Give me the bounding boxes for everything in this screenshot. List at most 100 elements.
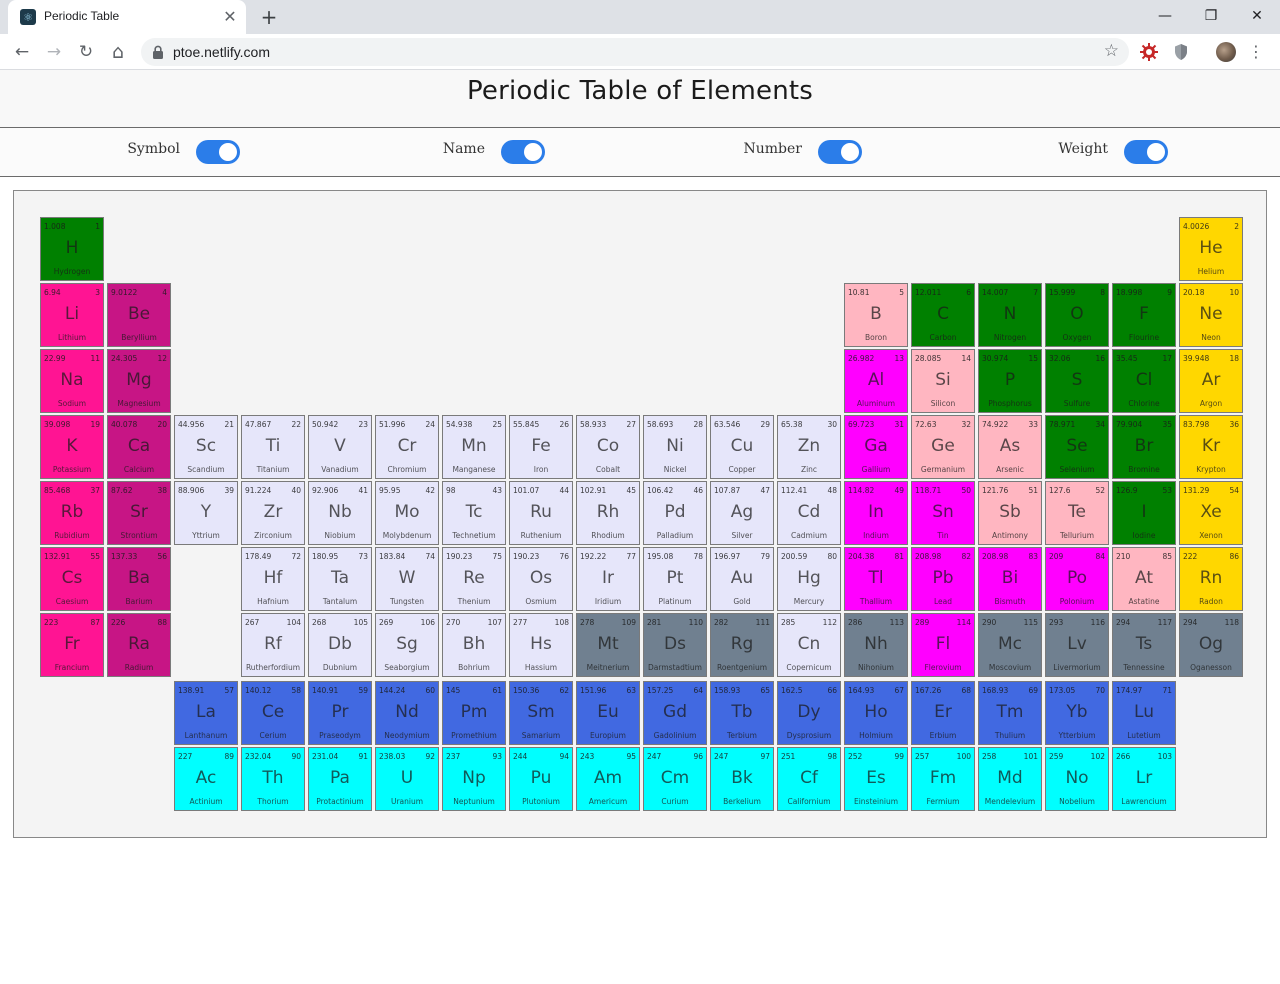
element-tile-tc[interactable]: 98 43 Tc Technetium (442, 481, 506, 545)
toggle-switch[interactable] (501, 140, 545, 164)
element-tile-tb[interactable]: 158.93 65 Tb Terbium (710, 681, 774, 745)
element-tile-hg[interactable]: 200.59 80 Hg Mercury (777, 547, 841, 611)
element-tile-v[interactable]: 50.942 23 V Vanadium (308, 415, 372, 479)
element-tile-y[interactable]: 88.906 39 Y Yttrium (174, 481, 238, 545)
profile-avatar[interactable] (1216, 42, 1236, 62)
tab-close-icon[interactable]: ✕ (220, 7, 240, 27)
element-tile-ts[interactable]: 294 117 Ts Tennessine (1112, 613, 1176, 677)
element-tile-zn[interactable]: 65.38 30 Zn Zinc (777, 415, 841, 479)
forward-button[interactable]: → (40, 38, 68, 66)
element-tile-ra[interactable]: 226 88 Ra Radium (107, 613, 171, 677)
element-tile-nh[interactable]: 286 113 Nh Nihonium (844, 613, 908, 677)
element-tile-sm[interactable]: 150.36 62 Sm Samarium (509, 681, 573, 745)
element-tile-co[interactable]: 58.933 27 Co Cobalt (576, 415, 640, 479)
element-tile-hf[interactable]: 178.49 72 Hf Hafnium (241, 547, 305, 611)
element-tile-og[interactable]: 294 118 Og Oganesson (1179, 613, 1243, 677)
element-tile-rh[interactable]: 102.91 45 Rh Rhodium (576, 481, 640, 545)
close-window-button[interactable]: ✕ (1234, 0, 1280, 32)
element-tile-er[interactable]: 167.26 68 Er Erbium (911, 681, 975, 745)
element-tile-th[interactable]: 232.04 90 Th Thorium (241, 747, 305, 811)
element-tile-kr[interactable]: 83.798 36 Kr Krypton (1179, 415, 1243, 479)
element-tile-mo[interactable]: 95.95 42 Mo Molybdenum (375, 481, 439, 545)
element-tile-la[interactable]: 138.91 57 La Lanthanum (174, 681, 238, 745)
element-tile-au[interactable]: 196.97 79 Au Gold (710, 547, 774, 611)
element-tile-pb[interactable]: 208.98 82 Pb Lead (911, 547, 975, 611)
element-tile-sn[interactable]: 118.71 50 Sn Tin (911, 481, 975, 545)
element-tile-mg[interactable]: 24.305 12 Mg Magnesium (107, 349, 171, 413)
element-tile-o[interactable]: 15.999 8 O Oxygen (1045, 283, 1109, 347)
reload-button[interactable]: ↻ (72, 38, 100, 66)
element-tile-np[interactable]: 237 93 Np Neptunium (442, 747, 506, 811)
element-tile-md[interactable]: 258 101 Md Mendelevium (978, 747, 1042, 811)
toggle-switch[interactable] (196, 140, 240, 164)
element-tile-rg[interactable]: 282 111 Rg Roentgenium (710, 613, 774, 677)
element-tile-cm[interactable]: 247 96 Cm Curium (643, 747, 707, 811)
bookmark-star-icon[interactable]: ☆ (1104, 41, 1119, 61)
browser-menu-icon[interactable]: ⋮ (1248, 40, 1264, 64)
element-tile-pr[interactable]: 140.91 59 Pr Praseodym (308, 681, 372, 745)
element-tile-s[interactable]: 32.06 16 S Sulfure (1045, 349, 1109, 413)
toggle-name[interactable]: Name (405, 128, 545, 176)
element-tile-ca[interactable]: 40.078 20 Ca Calcium (107, 415, 171, 479)
element-tile-gd[interactable]: 157.25 64 Gd Gadolinium (643, 681, 707, 745)
element-tile-n[interactable]: 14.007 7 N Nitrogen (978, 283, 1042, 347)
element-tile-ag[interactable]: 107.87 47 Ag Silver (710, 481, 774, 545)
element-tile-os[interactable]: 190.23 76 Os Osmium (509, 547, 573, 611)
element-tile-fl[interactable]: 289 114 Fl Flerovium (911, 613, 975, 677)
element-tile-at[interactable]: 210 85 At Astatine (1112, 547, 1176, 611)
minimize-button[interactable]: — (1142, 0, 1188, 32)
element-tile-fr[interactable]: 223 87 Fr Francium (40, 613, 104, 677)
element-tile-ir[interactable]: 192.22 77 Ir Iridium (576, 547, 640, 611)
toggle-number[interactable]: Number (722, 128, 862, 176)
extension-icon[interactable] (1139, 42, 1159, 62)
element-tile-es[interactable]: 252 99 Es Einsteinium (844, 747, 908, 811)
restore-button[interactable]: ❐ (1188, 0, 1234, 32)
element-tile-se[interactable]: 78.971 34 Se Selenium (1045, 415, 1109, 479)
element-tile-he[interactable]: 4.0026 2 He Helium (1179, 217, 1243, 281)
element-tile-lu[interactable]: 174.97 71 Lu Lutetium (1112, 681, 1176, 745)
new-tab-button[interactable]: + (256, 5, 282, 29)
element-tile-u[interactable]: 238.03 92 U Uranium (375, 747, 439, 811)
element-tile-na[interactable]: 22.99 11 Na Sodium (40, 349, 104, 413)
element-tile-zr[interactable]: 91.224 40 Zr Zirconium (241, 481, 305, 545)
element-tile-ds[interactable]: 281 110 Ds Darmstadtium (643, 613, 707, 677)
element-tile-rf[interactable]: 267 104 Rf Rutherfordium (241, 613, 305, 677)
element-tile-am[interactable]: 243 95 Am Americum (576, 747, 640, 811)
element-tile-ti[interactable]: 47.867 22 Ti Titanium (241, 415, 305, 479)
element-tile-ho[interactable]: 164.93 67 Ho Holmium (844, 681, 908, 745)
element-tile-ru[interactable]: 101.07 44 Ru Ruthenium (509, 481, 573, 545)
element-tile-fm[interactable]: 257 100 Fm Fermium (911, 747, 975, 811)
element-tile-rb[interactable]: 85.468 37 Rb Rubidium (40, 481, 104, 545)
element-tile-lr[interactable]: 266 103 Lr Lawrencium (1112, 747, 1176, 811)
element-tile-nb[interactable]: 92.906 41 Nb Niobium (308, 481, 372, 545)
element-tile-h[interactable]: 1.008 1 H Hydrogen (40, 217, 104, 281)
element-tile-xe[interactable]: 131.29 54 Xe Xenon (1179, 481, 1243, 545)
element-tile-mt[interactable]: 278 109 Mt Meitnerium (576, 613, 640, 677)
element-tile-po[interactable]: 209 84 Po Polonium (1045, 547, 1109, 611)
element-tile-bi[interactable]: 208.98 83 Bi Bismuth (978, 547, 1042, 611)
element-tile-yb[interactable]: 173.05 70 Yb Ytterbium (1045, 681, 1109, 745)
element-tile-bh[interactable]: 270 107 Bh Bohrium (442, 613, 506, 677)
element-tile-hs[interactable]: 277 108 Hs Hassium (509, 613, 573, 677)
element-tile-bk[interactable]: 247 97 Bk Berkelium (710, 747, 774, 811)
element-tile-pd[interactable]: 106.42 46 Pd Palladium (643, 481, 707, 545)
element-tile-li[interactable]: 6.94 3 Li Lithium (40, 283, 104, 347)
element-tile-tl[interactable]: 204.38 81 Tl Thallium (844, 547, 908, 611)
element-tile-ge[interactable]: 72.63 32 Ge Germanium (911, 415, 975, 479)
element-tile-sr[interactable]: 87.62 38 Sr Strontium (107, 481, 171, 545)
element-tile-al[interactable]: 26.982 13 Al Aluminum (844, 349, 908, 413)
home-button[interactable]: ⌂ (104, 38, 132, 66)
element-tile-sc[interactable]: 44.956 21 Sc Scandium (174, 415, 238, 479)
element-tile-no[interactable]: 259 102 No Nobelium (1045, 747, 1109, 811)
element-tile-ce[interactable]: 140.12 58 Ce Cerium (241, 681, 305, 745)
element-tile-si[interactable]: 28.085 14 Si Silicon (911, 349, 975, 413)
element-tile-lv[interactable]: 293 116 Lv Livermorium (1045, 613, 1109, 677)
toggle-weight[interactable]: Weight (1028, 128, 1168, 176)
element-tile-re[interactable]: 190.23 75 Re Thenium (442, 547, 506, 611)
element-tile-mc[interactable]: 290 115 Mc Moscovium (978, 613, 1042, 677)
element-tile-pu[interactable]: 244 94 Pu Plutonium (509, 747, 573, 811)
element-tile-cr[interactable]: 51.996 24 Cr Chromium (375, 415, 439, 479)
element-tile-k[interactable]: 39.098 19 K Potassium (40, 415, 104, 479)
element-tile-w[interactable]: 183.84 74 W Tungsten (375, 547, 439, 611)
browser-tab[interactable]: ⚛ Periodic Table ✕ (8, 0, 246, 34)
